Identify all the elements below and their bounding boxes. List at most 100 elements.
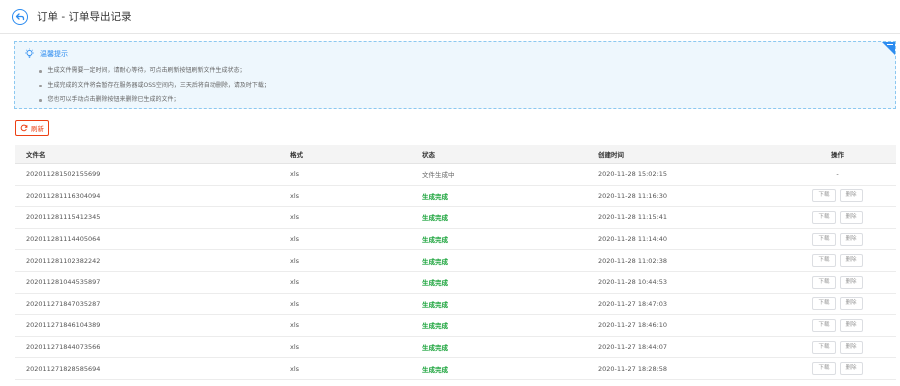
table-row: 202011271846104389 xls 生成完成 2020-11-27 18:4… xyxy=(15,315,896,337)
filename-cell: 202011271828585694 xyxy=(26,364,101,373)
lightbulb-icon xyxy=(25,48,34,58)
download-button[interactable]: 下载 xyxy=(812,340,836,354)
actions-cell: 下载 删除 xyxy=(779,189,896,203)
status-cell: 生成完成 xyxy=(422,322,448,331)
download-button[interactable]: 下载 xyxy=(812,297,836,311)
filename-cell: 202011271847035287 xyxy=(26,299,101,308)
status-cell: 生成完成 xyxy=(422,279,448,288)
table-row: 202011271847035287 xls 生成完成 2020-11-27 18:4… xyxy=(15,294,896,316)
refresh-button[interactable]: 刷新 xyxy=(15,120,49,136)
format-cell: xls xyxy=(290,213,300,222)
delete-button[interactable]: 删除 xyxy=(839,362,863,376)
filename-cell: 202011271844073566 xyxy=(26,343,101,352)
back-button[interactable] xyxy=(12,8,28,25)
actions-cell: 下载 删除 xyxy=(779,318,896,332)
created-cell: 2020-11-27 18:46:10 xyxy=(598,321,668,330)
actions-cell: 下载 删除 xyxy=(779,362,896,376)
status-cell: 生成完成 xyxy=(422,344,448,353)
download-button[interactable]: 下载 xyxy=(812,275,836,289)
download-button[interactable]: 下载 xyxy=(812,318,836,332)
refresh-label: 刷新 xyxy=(31,125,44,133)
refresh-icon xyxy=(20,124,28,132)
filename-cell: 202011271846104389 xyxy=(26,321,101,330)
delete-button[interactable]: 删除 xyxy=(839,318,863,332)
table-row: 202011281102382242 xls 生成完成 2020-11-28 11:0… xyxy=(15,250,896,272)
tip-item: 生成完成的文件将会暂存在服务器或OSS空间内，三天后将自动删除，请及时下载； xyxy=(39,79,270,94)
download-button[interactable]: 下载 xyxy=(812,210,836,224)
delete-button[interactable]: 删除 xyxy=(839,275,863,289)
back-arrow-icon xyxy=(15,12,25,20)
table-row: 202011281114405064 xls 生成完成 2020-11-28 11:1… xyxy=(15,229,896,251)
status-cell: 生成完成 xyxy=(422,300,448,309)
download-button[interactable]: 下载 xyxy=(812,189,836,203)
col-filename: 文件名 xyxy=(26,151,46,159)
format-cell: xls xyxy=(290,278,300,287)
filename-cell: 202011281114405064 xyxy=(26,235,101,244)
filename-cell: 202011281044535897 xyxy=(26,278,101,287)
filename-cell: 202011281502155699 xyxy=(26,170,101,179)
table-row: 202011271844073566 xls 生成完成 2020-11-27 18:4… xyxy=(15,337,896,359)
page-title: 订单 - 订单导出记录 xyxy=(37,11,132,23)
status-cell: 生成完成 xyxy=(422,257,448,266)
format-cell: xls xyxy=(290,256,300,265)
download-button[interactable]: 下载 xyxy=(812,362,836,376)
created-cell: 2020-11-28 11:15:41 xyxy=(598,213,668,222)
col-actions: 操作 xyxy=(831,151,844,159)
actions-cell: 下载 删除 xyxy=(779,275,896,289)
delete-button[interactable]: 删除 xyxy=(839,232,863,246)
tips-header: 温馨提示 xyxy=(24,48,68,59)
format-cell: xls xyxy=(290,364,300,373)
format-cell: xls xyxy=(290,235,300,244)
table-row: 202011281502155699 xls 文件生成中 2020-11-28 15:… xyxy=(15,164,896,186)
delete-button[interactable]: 删除 xyxy=(839,210,863,224)
col-status: 状态 xyxy=(422,151,435,159)
table-body: 202011281502155699 xls 文件生成中 2020-11-28 15:… xyxy=(15,164,896,380)
export-table: 文件名 格式 状态 创建时间 操作 202011281502155699 xls 文… xyxy=(15,145,896,380)
actions-cell: - xyxy=(836,170,839,179)
delete-button[interactable]: 删除 xyxy=(839,189,863,203)
col-created: 创建时间 xyxy=(598,151,624,159)
status-cell: 文件生成中 xyxy=(422,171,455,180)
actions-cell: 下载 删除 xyxy=(779,210,896,224)
table-row: 202011281115412345 xls 生成完成 2020-11-28 11:1… xyxy=(15,207,896,229)
minus-icon xyxy=(887,44,893,46)
format-cell: xls xyxy=(290,321,300,330)
table-header: 文件名 格式 状态 创建时间 操作 xyxy=(15,145,896,164)
created-cell: 2020-11-27 18:44:07 xyxy=(598,343,668,352)
delete-button[interactable]: 删除 xyxy=(839,297,863,311)
filename-cell: 202011281116304094 xyxy=(26,191,101,200)
status-cell: 生成完成 xyxy=(422,236,448,245)
actions-cell: 下载 删除 xyxy=(779,297,896,311)
format-cell: xls xyxy=(290,343,300,352)
format-cell: xls xyxy=(290,170,300,179)
filename-cell: 202011281115412345 xyxy=(26,213,101,222)
delete-button[interactable]: 删除 xyxy=(839,340,863,354)
tips-panel: 温馨提示 生成文件需要一定时间，请耐心等待，可点击刷新按钮刷新文件生成状态； 生… xyxy=(14,41,896,109)
table-row: 202011271828585694 xls 生成完成 2020-11-27 18:2… xyxy=(15,358,896,380)
actions-cell: 下载 删除 xyxy=(779,340,896,354)
filename-cell: 202011281102382242 xyxy=(26,256,101,265)
actions-cell: 下载 删除 xyxy=(779,232,896,246)
format-cell: xls xyxy=(290,191,300,200)
created-cell: 2020-11-28 11:14:40 xyxy=(598,235,668,244)
tip-item: 您也可以手动点击删除按钮来删除已生成的文件； xyxy=(39,93,270,108)
download-button[interactable]: 下载 xyxy=(812,232,836,246)
created-cell: 2020-11-27 18:47:03 xyxy=(598,299,668,308)
tips-title: 温馨提示 xyxy=(40,49,68,58)
created-cell: 2020-11-28 10:44:53 xyxy=(598,278,668,287)
tip-item: 生成文件需要一定时间，请耐心等待，可点击刷新按钮刷新文件生成状态； xyxy=(39,64,270,79)
table-row: 202011281116304094 xls 生成完成 2020-11-28 11:1… xyxy=(15,186,896,208)
col-format: 格式 xyxy=(290,151,303,159)
download-button[interactable]: 下载 xyxy=(812,254,836,268)
status-cell: 生成完成 xyxy=(422,365,448,374)
created-cell: 2020-11-28 15:02:15 xyxy=(598,170,668,179)
delete-button[interactable]: 删除 xyxy=(839,254,863,268)
format-cell: xls xyxy=(290,299,300,308)
created-cell: 2020-11-27 18:28:58 xyxy=(598,364,668,373)
created-cell: 2020-11-28 11:16:30 xyxy=(598,191,668,200)
status-cell: 生成完成 xyxy=(422,214,448,223)
created-cell: 2020-11-28 11:02:38 xyxy=(598,256,668,265)
page-header: 订单 - 订单导出记录 xyxy=(0,0,900,34)
status-cell: 生成完成 xyxy=(422,192,448,201)
table-row: 202011281044535897 xls 生成完成 2020-11-28 10:4… xyxy=(15,272,896,294)
